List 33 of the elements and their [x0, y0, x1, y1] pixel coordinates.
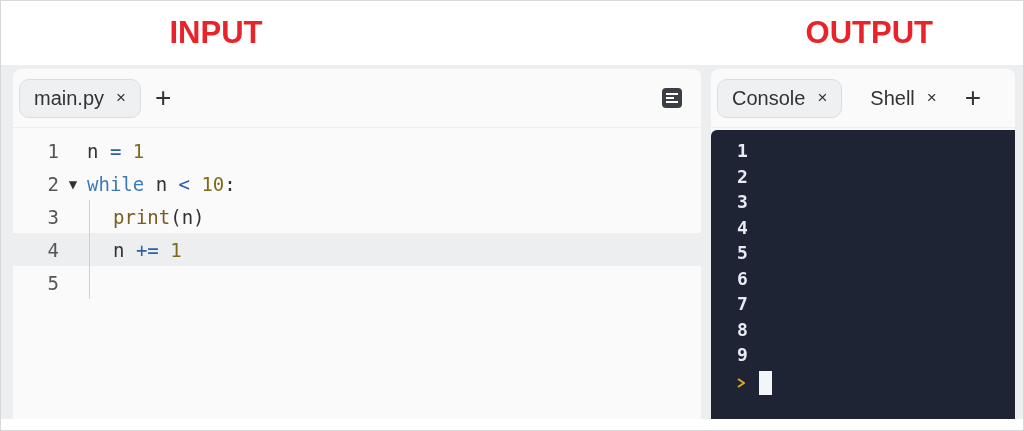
console-output: 9	[737, 343, 749, 367]
output-tab[interactable]: Shell ×	[856, 79, 951, 117]
line-number: 5	[46, 271, 59, 294]
add-tab-button[interactable]: +	[154, 82, 172, 114]
fold-toggle[interactable]: ▼	[68, 175, 78, 192]
code-line: n = 1	[87, 139, 145, 162]
console-output: 8	[737, 317, 749, 342]
code-line: while n < 10:	[87, 172, 236, 195]
code-line: n += 1	[113, 238, 182, 261]
line-number: 3	[46, 205, 59, 228]
console[interactable]: 1 2 3 4 5 6 7 8 9	[711, 130, 1015, 419]
close-icon[interactable]: ×	[116, 88, 126, 108]
prompt-icon	[737, 377, 745, 388]
add-tab-button[interactable]: +	[964, 82, 982, 114]
section-heading: OUTPUT	[805, 15, 933, 50]
section-heading: INPUT	[169, 15, 263, 50]
console-output: 1	[737, 139, 749, 163]
format-icon[interactable]	[661, 87, 683, 109]
line-number: 2	[46, 172, 59, 195]
console-output: 4	[737, 215, 749, 240]
console-output: 2	[737, 164, 749, 189]
line-number: 4	[46, 238, 59, 261]
code-line: print(n)	[113, 205, 205, 228]
text-cursor	[759, 370, 772, 395]
console-output: 6	[737, 266, 749, 291]
console-output: 7	[737, 292, 749, 316]
file-tab[interactable]: main.py ×	[19, 78, 141, 118]
close-icon[interactable]: ×	[926, 88, 937, 108]
console-output: 5	[737, 241, 749, 265]
console-output: 3	[737, 190, 749, 214]
output-tab[interactable]: Console ×	[717, 78, 843, 118]
close-icon[interactable]: ×	[817, 88, 828, 108]
line-number: 1	[46, 139, 59, 162]
